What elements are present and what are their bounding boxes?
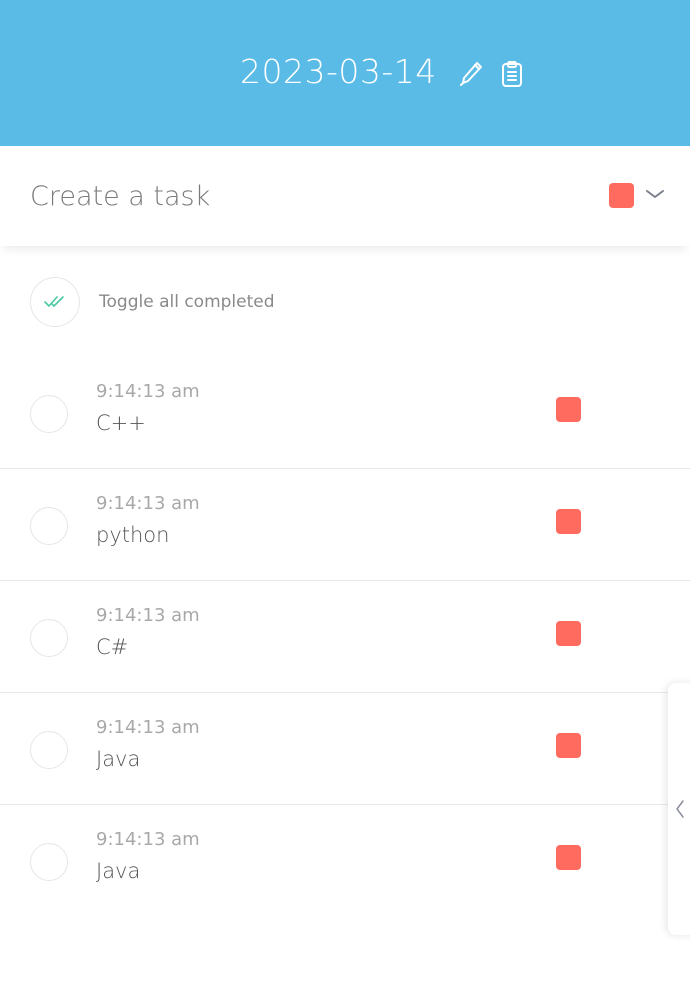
task-color-swatch[interactable] xyxy=(556,397,581,422)
clipboard-icon[interactable] xyxy=(499,60,525,88)
double-check-icon xyxy=(44,296,64,307)
task-time: 9:14:13 am xyxy=(96,605,200,626)
task-time: 9:14:13 am xyxy=(96,717,200,738)
toggle-all-button[interactable] xyxy=(30,277,80,327)
chevron-down-icon[interactable] xyxy=(645,186,665,202)
task-name[interactable]: C# xyxy=(96,633,128,661)
date-title: 2023-03-14 xyxy=(240,52,437,91)
task-checkbox[interactable] xyxy=(30,731,68,769)
chevron-left-icon xyxy=(676,800,684,818)
task-name[interactable]: Java xyxy=(96,745,140,773)
create-task-bar xyxy=(0,146,690,246)
side-panel-toggle[interactable] xyxy=(668,683,690,935)
task-row: 9:14:13 am C++ xyxy=(0,357,690,469)
task-row: 9:14:13 am python xyxy=(0,469,690,581)
toggle-all-label: Toggle all completed xyxy=(99,292,275,312)
task-color-swatch[interactable] xyxy=(556,845,581,870)
task-color-swatch[interactable] xyxy=(556,509,581,534)
task-checkbox[interactable] xyxy=(30,395,68,433)
task-time: 9:14:13 am xyxy=(96,829,200,850)
color-picker-swatch[interactable] xyxy=(609,183,634,208)
task-row: 9:14:13 am Java xyxy=(0,805,690,917)
task-time: 9:14:13 am xyxy=(96,493,200,514)
pencil-icon[interactable] xyxy=(458,60,484,88)
create-task-input[interactable] xyxy=(30,174,550,218)
task-name[interactable]: Java xyxy=(96,857,140,885)
header-bar: 2023-03-14 xyxy=(0,0,690,146)
task-name[interactable]: python xyxy=(96,521,169,549)
task-row: 9:14:13 am C# xyxy=(0,581,690,693)
task-checkbox[interactable] xyxy=(30,843,68,881)
task-checkbox[interactable] xyxy=(30,619,68,657)
task-name[interactable]: C++ xyxy=(96,409,146,437)
task-checkbox[interactable] xyxy=(30,507,68,545)
task-time: 9:14:13 am xyxy=(96,381,200,402)
task-row: 9:14:13 am Java xyxy=(0,693,690,805)
task-color-swatch[interactable] xyxy=(556,621,581,646)
task-color-swatch[interactable] xyxy=(556,733,581,758)
